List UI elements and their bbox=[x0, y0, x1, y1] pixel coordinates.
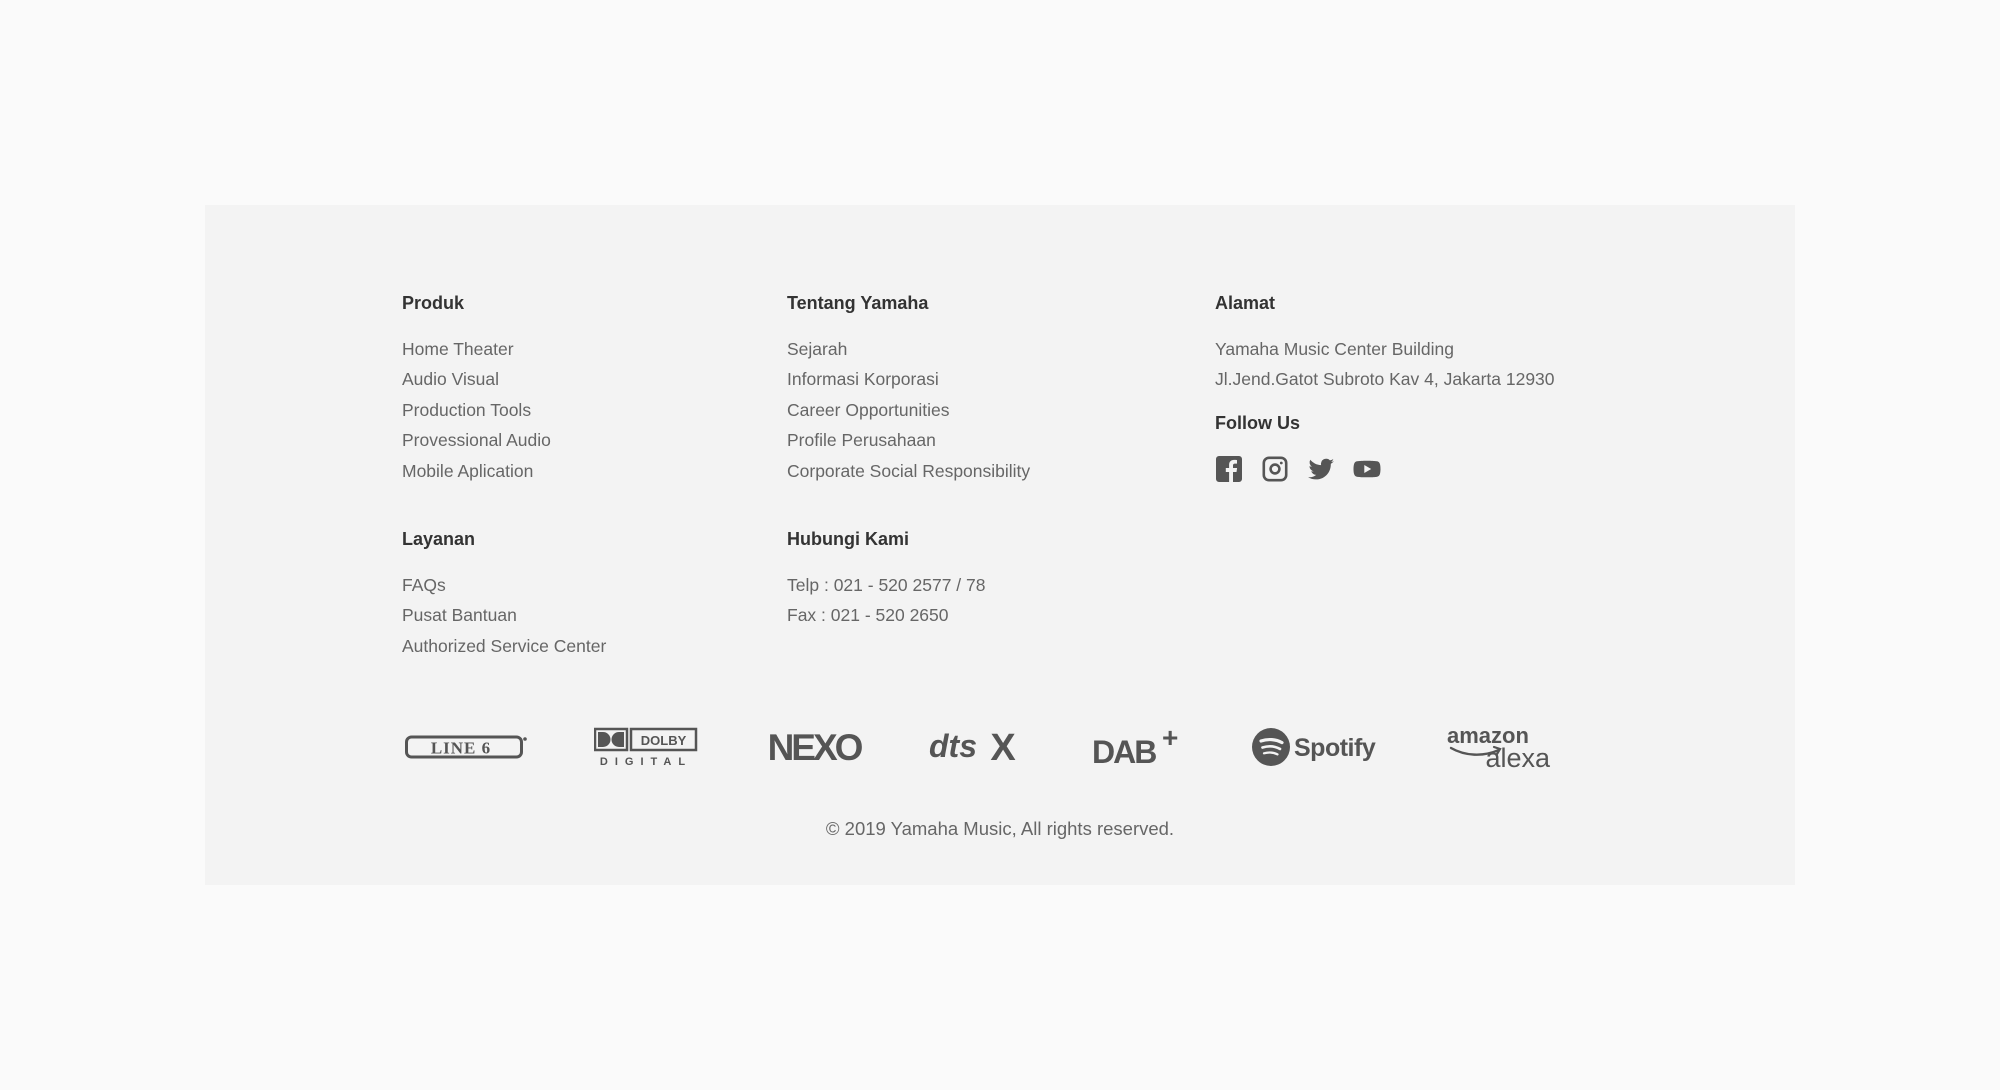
hubungi-heading: Hubungi Kami bbox=[787, 529, 909, 549]
contact-phone: Telp : 021 - 520 2577 / 78 bbox=[787, 575, 986, 595]
footer-link-sejarah[interactable]: Sejarah bbox=[787, 334, 1030, 364]
twitter-icon[interactable] bbox=[1307, 455, 1335, 483]
spotify-logo-text: Spotify bbox=[1294, 734, 1376, 762]
footer-link-career-opportunities[interactable]: Career Opportunities bbox=[787, 395, 1030, 425]
dolby-digital-text: DIGITAL bbox=[600, 756, 692, 767]
address-line-street: Jl.Jend.Gatot Subroto Kav 4, Jakarta 129… bbox=[1215, 369, 1555, 390]
spotify-logo: Spotify bbox=[1251, 717, 1380, 777]
contact-fax: Fax : 021 - 520 2650 bbox=[787, 605, 949, 626]
layanan-heading: Layanan bbox=[402, 529, 476, 549]
footer-column-layanan: Layanan FAQs Pusat Bantuan Authorized Se… bbox=[402, 525, 606, 661]
footer-column-produk: Produk Home Theater Audio Visual Product… bbox=[402, 289, 551, 486]
copyright-text: © 2019 Yamaha Music, All rights reserved… bbox=[825, 818, 1175, 839]
line6-logo-text: LINE 6 bbox=[431, 739, 491, 758]
footer-column-alamat: Alamat Yamaha Music Center Building Jl.J… bbox=[1215, 289, 1555, 483]
dab-logo-text: DAB bbox=[1092, 734, 1156, 767]
produk-heading: Produk bbox=[402, 293, 465, 313]
footer-link-audio-visual[interactable]: Audio Visual bbox=[402, 364, 551, 394]
footer-link-professional-audio[interactable]: Provessional Audio bbox=[402, 425, 551, 455]
produk-list: Home Theater Audio Visual Production Too… bbox=[402, 334, 551, 486]
tentang-heading: Tentang Yamaha bbox=[787, 293, 929, 313]
tentang-list: Sejarah Informasi Korporasi Career Oppor… bbox=[787, 334, 1030, 486]
footer-link-pusat-bantuan[interactable]: Pusat Bantuan bbox=[402, 600, 606, 630]
dab-plus-text: + bbox=[1162, 727, 1178, 753]
dts-x-logo: dts X bbox=[929, 717, 1027, 777]
footer-column-tentang: Tentang Yamaha Sejarah Informasi Korpora… bbox=[787, 289, 1030, 486]
dolby-logo-text: DOLBY bbox=[641, 733, 687, 748]
layanan-list: FAQs Pusat Bantuan Authorized Service Ce… bbox=[402, 570, 606, 661]
line6-logo: LINE 6 bbox=[405, 717, 529, 777]
dts-x-text: X bbox=[990, 729, 1016, 765]
instagram-icon[interactable] bbox=[1261, 455, 1289, 483]
alamat-heading: Alamat bbox=[1215, 293, 1276, 313]
partner-logos: LINE 6 DOLBY DIGITAL NEXO dts X DAB + Sp… bbox=[405, 717, 1555, 777]
alexa-logo-text: alexa bbox=[1485, 743, 1551, 770]
alamat-lines: Yamaha Music Center Building Jl.Jend.Gat… bbox=[1215, 334, 1555, 395]
footer-column-hubungi: Hubungi Kami Telp : 021 - 520 2577 / 78 … bbox=[787, 525, 985, 631]
dab-plus-logo: DAB + bbox=[1092, 717, 1186, 777]
footer-link-faqs[interactable]: FAQs bbox=[402, 570, 606, 600]
dts-logo-text: dts bbox=[929, 729, 977, 764]
hubungi-list: Telp : 021 - 520 2577 / 78 Fax : 021 - 5… bbox=[787, 570, 985, 631]
footer-link-mobile-application[interactable]: Mobile Aplication bbox=[402, 456, 551, 486]
follow-us-heading: Follow Us bbox=[1215, 412, 1300, 433]
amazon-alexa-logo: amazon alexa bbox=[1445, 717, 1555, 777]
facebook-icon[interactable] bbox=[1215, 455, 1243, 483]
youtube-icon[interactable] bbox=[1353, 455, 1381, 483]
footer-link-authorized-service-center[interactable]: Authorized Service Center bbox=[402, 631, 606, 661]
social-links bbox=[1215, 455, 1555, 483]
footer-link-profile-perusahaan[interactable]: Profile Perusahaan bbox=[787, 425, 1030, 455]
footer-link-home-theater[interactable]: Home Theater bbox=[402, 334, 551, 364]
footer-link-informasi-korporasi[interactable]: Informasi Korporasi bbox=[787, 364, 1030, 394]
address-line-building: Yamaha Music Center Building bbox=[1215, 339, 1454, 359]
footer-link-production-tools[interactable]: Production Tools bbox=[402, 395, 551, 425]
site-footer: Produk Home Theater Audio Visual Product… bbox=[205, 205, 1795, 885]
footer-link-csr[interactable]: Corporate Social Responsibility bbox=[787, 456, 1030, 486]
nexo-logo-text: NEXO bbox=[767, 729, 862, 765]
nexo-logo: NEXO bbox=[764, 717, 863, 777]
dolby-digital-logo: DOLBY DIGITAL bbox=[594, 717, 698, 777]
